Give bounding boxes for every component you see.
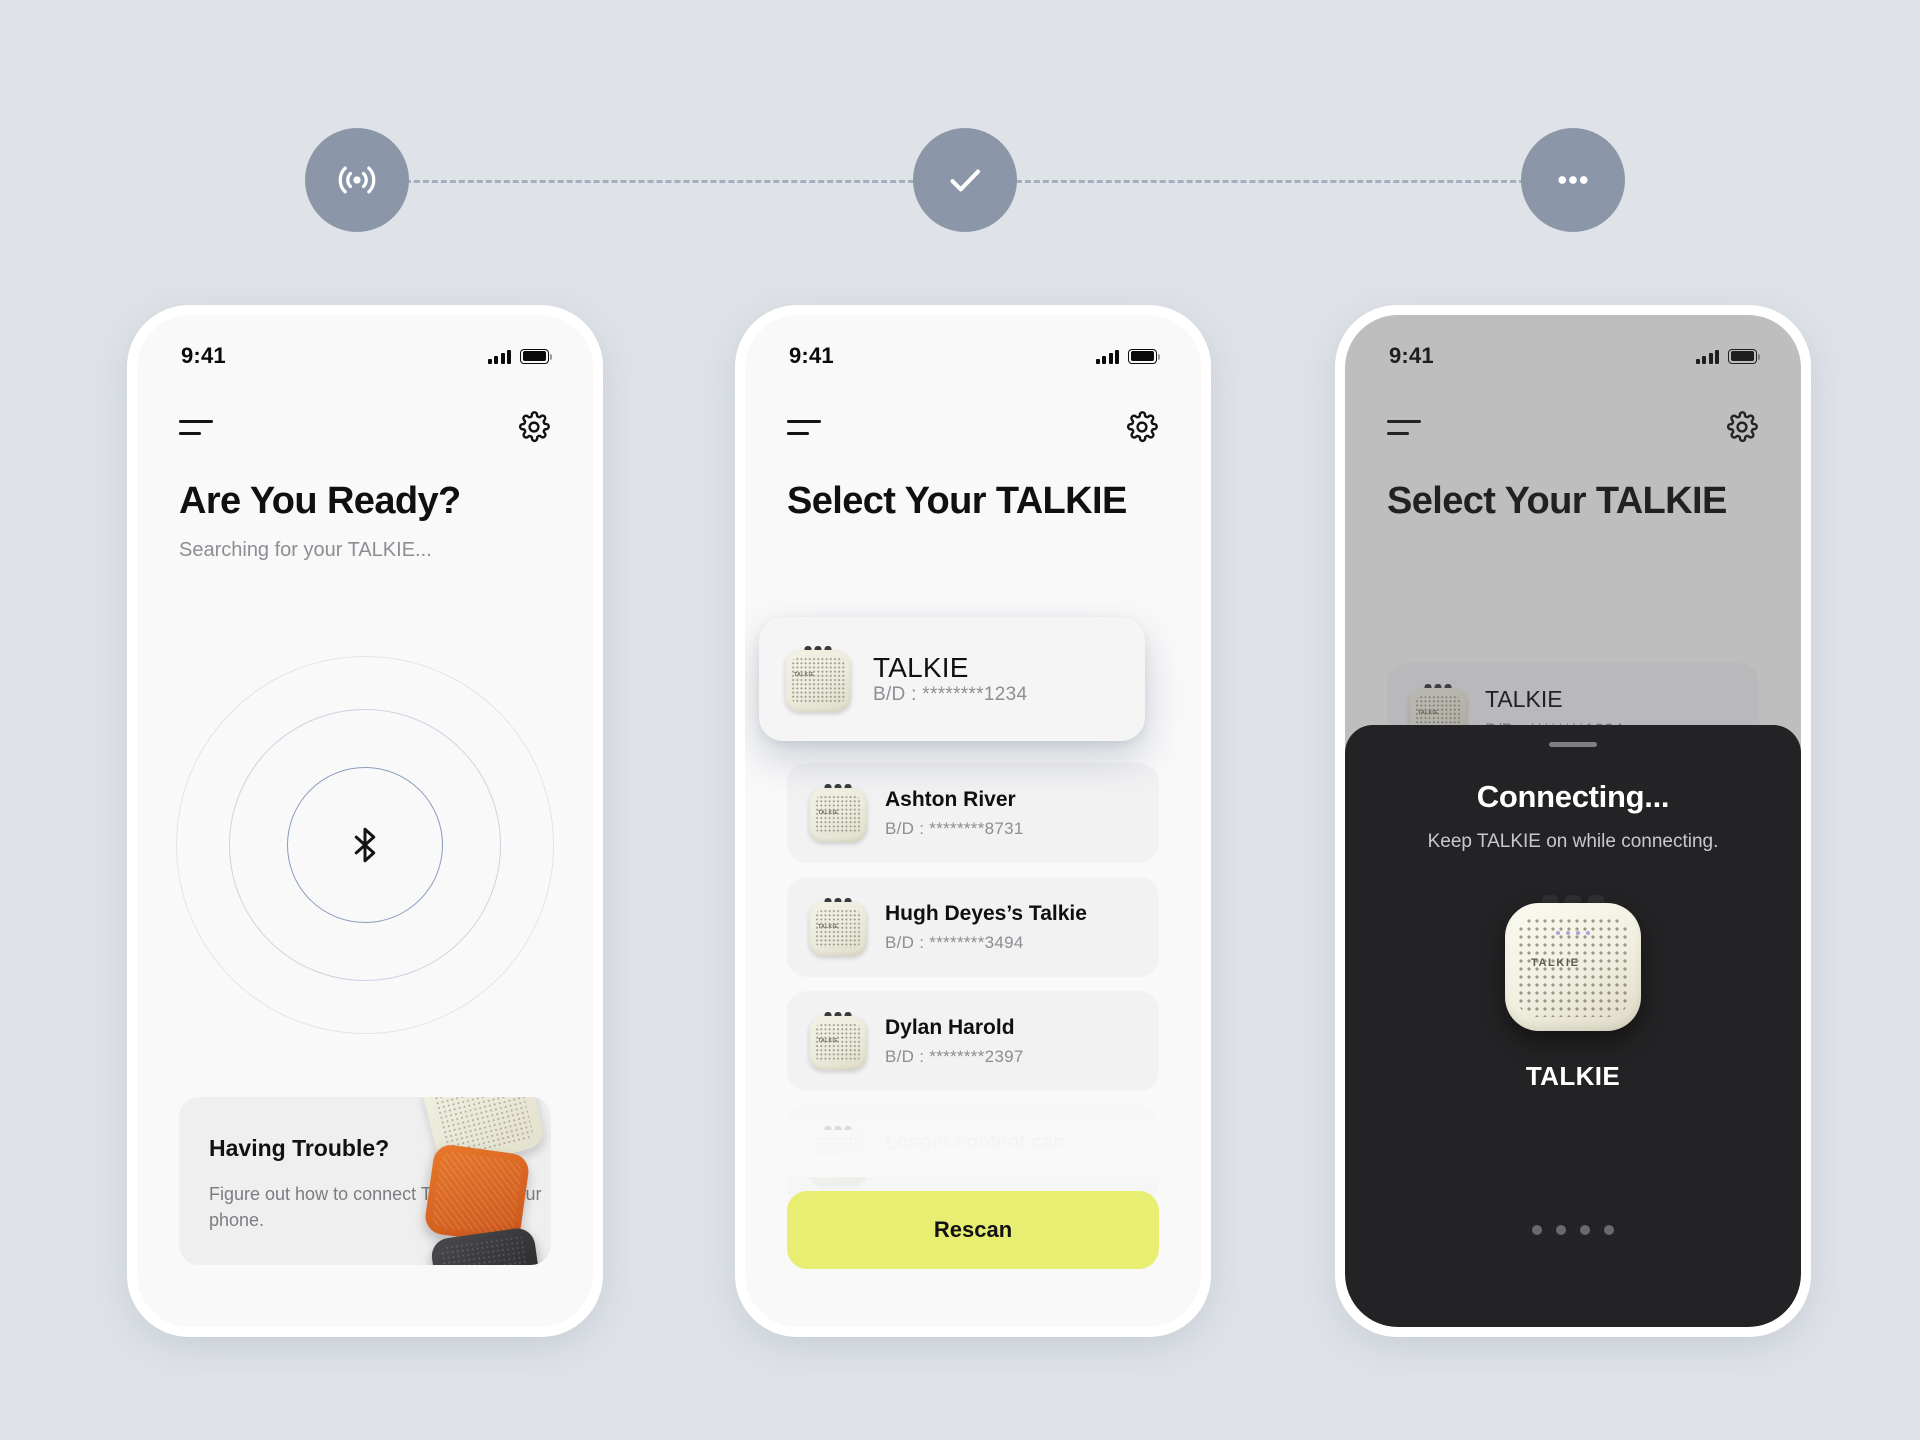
status-time: 9:41 xyxy=(1389,343,1434,368)
signal-bars-icon xyxy=(487,349,511,364)
status-time: 9:41 xyxy=(789,343,834,368)
device-led-indicators xyxy=(1556,931,1590,935)
bluetooth-icon xyxy=(354,827,376,863)
device-bd-address: B/D : ********8731 xyxy=(885,818,1024,838)
sheet-drag-handle[interactable] xyxy=(1549,742,1597,747)
page-subtitle: Searching for your TALKIE... xyxy=(179,539,432,561)
status-bar: 9:41 xyxy=(745,339,1201,373)
connecting-device-name: TALKIE xyxy=(1525,1061,1621,1091)
status-bar: 9:41 xyxy=(1345,339,1801,373)
phone-select: 9:41 Select Your TALKIE TALKIE TALKIE B/… xyxy=(735,305,1211,1337)
device-name: Dylan Harold xyxy=(885,1015,1015,1039)
ellipsis-icon xyxy=(1558,176,1588,184)
gear-icon[interactable] xyxy=(517,410,551,444)
step-connect[interactable] xyxy=(1521,128,1625,232)
gear-icon xyxy=(1726,411,1758,443)
rescan-button[interactable]: Rescan xyxy=(787,1191,1159,1269)
battery-full-icon xyxy=(1728,348,1761,364)
trouble-device-artwork xyxy=(381,1097,551,1265)
page-title: Are You Ready? xyxy=(179,480,461,522)
signal-bars-icon xyxy=(1695,349,1719,364)
device-name: TALKIE xyxy=(873,652,969,683)
device-name: Hugh Deyes’s Talkie xyxy=(885,901,1087,925)
app-bar xyxy=(1345,399,1801,455)
status-indicators xyxy=(1095,348,1161,364)
device-thumbnail-icon: TALKIE xyxy=(785,646,851,712)
device-bd-address: B/D : ********3494 xyxy=(885,932,1024,952)
status-bar: 9:41 xyxy=(137,339,593,373)
battery-full-icon xyxy=(1128,348,1161,364)
device-bd-address: B/D : ********2397 xyxy=(885,1046,1024,1066)
device-row-truncated[interactable]: TALKIE Longer content can obscur... xyxy=(787,1105,1159,1205)
device-row[interactable]: TALKIE Ashton River B/D : ********8731 xyxy=(787,763,1159,863)
gear-icon[interactable] xyxy=(1125,410,1159,444)
device-thumbnail-icon: TALKIE xyxy=(809,784,867,842)
hamburger-menu-icon xyxy=(1387,416,1421,438)
connecting-device-image: TALKIE xyxy=(1505,895,1641,1031)
loading-dots xyxy=(1532,1225,1614,1235)
status-indicators xyxy=(487,348,553,364)
screen-select: 9:41 Select Your TALKIE TALKIE TALKIE B/… xyxy=(745,315,1201,1327)
device-list: TALKIE TALKIE B/D : ********1234 TALKIE … xyxy=(759,617,1159,1205)
step-scan[interactable] xyxy=(305,128,409,232)
device-row[interactable]: TALKIE Dylan Harold B/D : ********2397 xyxy=(787,991,1159,1091)
page-title: Select Your TALKIE xyxy=(1387,480,1727,522)
connecting-subtitle: Keep TALKIE on while connecting. xyxy=(1427,831,1719,852)
connecting-title: Connecting... xyxy=(1476,779,1670,814)
screen-connecting: 9:41 Select Your TALKIE TALKIE TALKIE Co… xyxy=(1345,315,1801,1327)
connecting-sheet: Connecting... Keep TALKIE on while conne… xyxy=(1345,725,1801,1327)
progress-stepper xyxy=(305,125,1625,235)
step-select[interactable] xyxy=(913,128,1017,232)
battery-full-icon xyxy=(520,348,553,364)
having-trouble-card[interactable]: Having Trouble? Figure out how to connec… xyxy=(179,1097,551,1265)
phone-searching: 9:41 Are You Ready? Searching for your T… xyxy=(127,305,603,1337)
app-bar xyxy=(137,399,593,455)
bluetooth-radar xyxy=(176,656,554,1034)
broadcast-icon xyxy=(338,166,376,194)
hamburger-menu-icon[interactable] xyxy=(179,416,213,438)
device-row-selected[interactable]: TALKIE TALKIE B/D : ********1234 xyxy=(759,617,1145,741)
signal-bars-icon xyxy=(1095,349,1119,364)
screen-searching: 9:41 Are You Ready? Searching for your T… xyxy=(137,315,593,1327)
phone-connecting: 9:41 Select Your TALKIE TALKIE TALKIE Co… xyxy=(1335,305,1811,1337)
hamburger-menu-icon[interactable] xyxy=(787,416,821,438)
trouble-heading: Having Trouble? xyxy=(209,1135,390,1161)
device-logo-text: TALKIE xyxy=(1531,957,1580,969)
device-thumbnail-icon: TALKIE xyxy=(809,1126,867,1184)
device-thumbnail-icon: TALKIE xyxy=(809,898,867,956)
status-indicators xyxy=(1695,348,1761,364)
status-time: 9:41 xyxy=(181,343,226,368)
check-icon xyxy=(950,169,981,192)
page-title: Select Your TALKIE xyxy=(787,480,1127,522)
device-row[interactable]: TALKIE Hugh Deyes’s Talkie B/D : *******… xyxy=(787,877,1159,977)
device-name: Ashton River xyxy=(885,787,1016,811)
device-name: TALKIE xyxy=(1485,686,1563,712)
device-thumbnail-icon: TALKIE xyxy=(809,1012,867,1070)
app-bar xyxy=(745,399,1201,455)
page-root: 9:41 Are You Ready? Searching for your T… xyxy=(0,0,1920,1440)
device-name: Longer content can obscur... xyxy=(885,1131,1065,1178)
device-bd-address: B/D : ********1234 xyxy=(873,684,1028,705)
